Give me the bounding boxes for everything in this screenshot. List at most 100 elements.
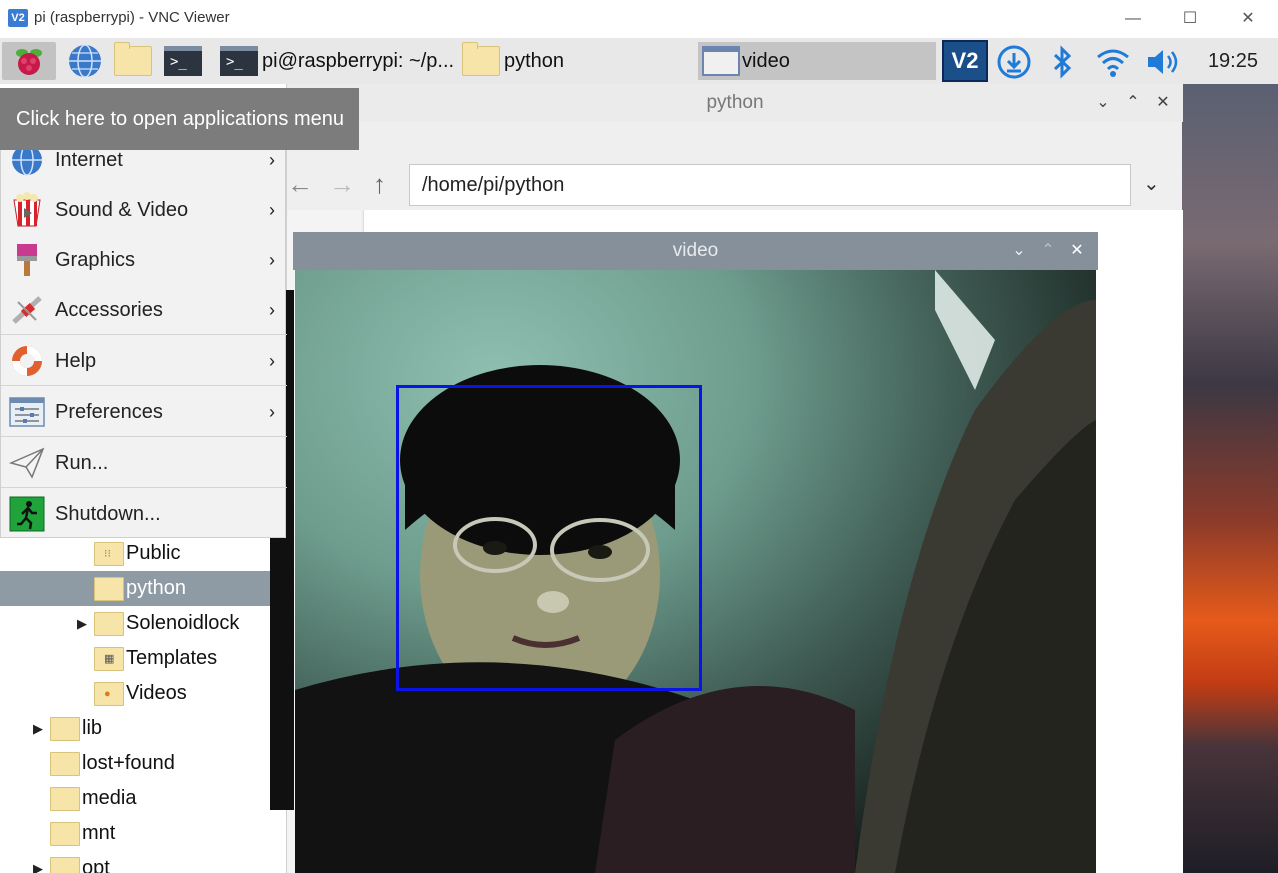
tree-item-label: media: [82, 787, 137, 809]
folder-icon: [50, 856, 80, 873]
raspberry-icon: [16, 49, 42, 75]
task-label: python: [504, 49, 565, 72]
clock[interactable]: 19:25: [1208, 50, 1258, 73]
tree-item-public[interactable]: ⁝⁝ Public: [0, 536, 270, 571]
tree-item-label: Public: [126, 542, 181, 564]
tree-item-videos[interactable]: ● Videos: [0, 676, 270, 711]
navigation-bar: ← → ↑ /home/pi/python ⌄: [287, 164, 1183, 208]
chevron-down-icon[interactable]: ⌄: [1143, 164, 1160, 204]
expand-arrow-icon[interactable]: ▶: [30, 721, 46, 737]
download-icon[interactable]: [996, 44, 1032, 80]
menu-separator: [1, 334, 287, 335]
folder-tree: ⁝⁝ Public python ▶ Solenoidlock ▦ Templa…: [0, 536, 270, 873]
tree-item-opt[interactable]: ▶ opt: [0, 851, 270, 873]
back-arrow-icon[interactable]: ←: [287, 164, 313, 204]
menu-item-sound-video[interactable]: Sound & Video ›: [1, 185, 287, 235]
browser-launcher-button[interactable]: [64, 42, 106, 80]
globe-icon: [69, 44, 101, 78]
folder-icon: ▦: [94, 646, 124, 671]
vnc-window-title: pi (raspberrypi) - VNC Viewer: [34, 9, 230, 26]
menu-item-shutdown[interactable]: Shutdown...: [1, 489, 287, 539]
up-arrow-icon[interactable]: ↑: [373, 164, 386, 204]
vnc-title-bar: V2 pi (raspberrypi) - VNC Viewer — ☐ ✕: [0, 0, 1278, 38]
applications-menu-button[interactable]: [2, 42, 56, 80]
tree-item-solenoidlock[interactable]: ▶ Solenoidlock: [0, 606, 270, 641]
desktop-wallpaper: [1182, 84, 1278, 873]
tree-item-label: Videos: [126, 682, 187, 704]
folder-icon: [50, 716, 80, 741]
chevron-right-icon: ›: [269, 401, 275, 422]
folder-icon: [94, 576, 124, 601]
expand-arrow-icon[interactable]: ▶: [30, 861, 46, 873]
task-terminal[interactable]: >_ pi@raspberrypi: ~/p...: [220, 42, 458, 80]
tree-item-lib[interactable]: ▶ lib: [0, 711, 270, 746]
menu-item-label: Help: [55, 349, 97, 372]
task-label: video: [742, 49, 790, 72]
paintbrush-icon: [17, 244, 37, 276]
folder-icon: [50, 751, 80, 776]
tree-item-python[interactable]: python: [0, 571, 270, 606]
tree-item-label: mnt: [82, 822, 116, 844]
tree-item-templates[interactable]: ▦ Templates: [0, 641, 270, 676]
menu-item-label: Sound & Video: [55, 198, 189, 221]
tree-item-mnt[interactable]: mnt: [0, 816, 270, 851]
applications-menu: Internet › Sound & Video › Graphics › Ac…: [0, 134, 287, 539]
bluetooth-icon[interactable]: [1046, 44, 1078, 80]
maximize-icon[interactable]: ⌃: [1123, 92, 1143, 112]
sliders-icon: [9, 397, 45, 427]
menu-separator: [1, 385, 287, 386]
folder-icon: [462, 42, 500, 76]
minimize-icon[interactable]: ⌄: [1093, 92, 1113, 112]
lifebuoy-icon: [12, 346, 42, 376]
maximize-icon[interactable]: ⌃: [1038, 240, 1058, 260]
tree-item-label: Templates: [126, 647, 218, 669]
tree-item-lost-found[interactable]: lost+found: [0, 746, 270, 781]
volume-icon[interactable]: [1144, 44, 1184, 80]
close-icon[interactable]: ✕: [1235, 6, 1261, 32]
path-input[interactable]: /home/pi/python: [409, 164, 1131, 206]
knife-icon: [12, 296, 42, 324]
chevron-right-icon: ›: [269, 199, 275, 220]
camera-feed: [295, 270, 1096, 873]
menu-item-preferences[interactable]: Preferences ›: [1, 387, 287, 437]
menu-item-label: Internet: [55, 148, 123, 171]
menu-item-label: Accessories: [55, 298, 163, 321]
paper-plane-icon: [8, 447, 45, 479]
task-label: pi@raspberrypi: ~/p...: [262, 49, 455, 72]
menu-item-help[interactable]: Help ›: [1, 336, 287, 386]
exit-icon: [9, 496, 45, 532]
menu-separator: [1, 436, 287, 437]
close-icon[interactable]: ✕: [1067, 240, 1087, 260]
vnc-tray-icon[interactable]: V2: [942, 40, 988, 82]
menu-item-graphics[interactable]: Graphics ›: [1, 235, 287, 285]
tree-item-label: python: [126, 577, 187, 599]
task-video-window[interactable]: video: [698, 42, 936, 80]
task-python-file-manager[interactable]: python: [462, 42, 694, 80]
chevron-right-icon: ›: [269, 149, 275, 170]
folder-icon: ●: [94, 681, 124, 706]
tree-item-media[interactable]: media: [0, 781, 270, 816]
minimize-icon[interactable]: ⌄: [1009, 240, 1029, 260]
file-manager-launcher-button[interactable]: [114, 42, 156, 80]
expand-arrow-icon[interactable]: ▶: [74, 616, 90, 632]
terminal-icon: >_: [220, 46, 258, 76]
close-icon[interactable]: ✕: [1153, 92, 1173, 112]
menu-item-label: Preferences: [55, 400, 163, 423]
menu-item-accessories[interactable]: Accessories ›: [1, 285, 287, 335]
minimize-icon[interactable]: —: [1120, 6, 1146, 32]
wifi-icon[interactable]: [1094, 44, 1132, 80]
tree-item-label: lib: [82, 717, 103, 739]
forward-arrow-icon[interactable]: →: [329, 164, 355, 204]
terminal-launcher-button[interactable]: >_: [164, 42, 206, 80]
video-window-icon: [702, 46, 740, 76]
popcorn-icon: [13, 192, 41, 227]
chevron-right-icon: ›: [269, 299, 275, 320]
chevron-right-icon: ›: [269, 249, 275, 270]
face-detection-box: [396, 385, 702, 691]
vnc-logo-icon: V2: [8, 9, 28, 27]
maximize-icon[interactable]: ☐: [1177, 6, 1203, 32]
video-window-title: video: [293, 232, 1098, 270]
menu-item-run[interactable]: Run...: [1, 438, 287, 488]
menu-item-label: Run...: [55, 451, 109, 474]
folder-icon: [94, 611, 124, 636]
